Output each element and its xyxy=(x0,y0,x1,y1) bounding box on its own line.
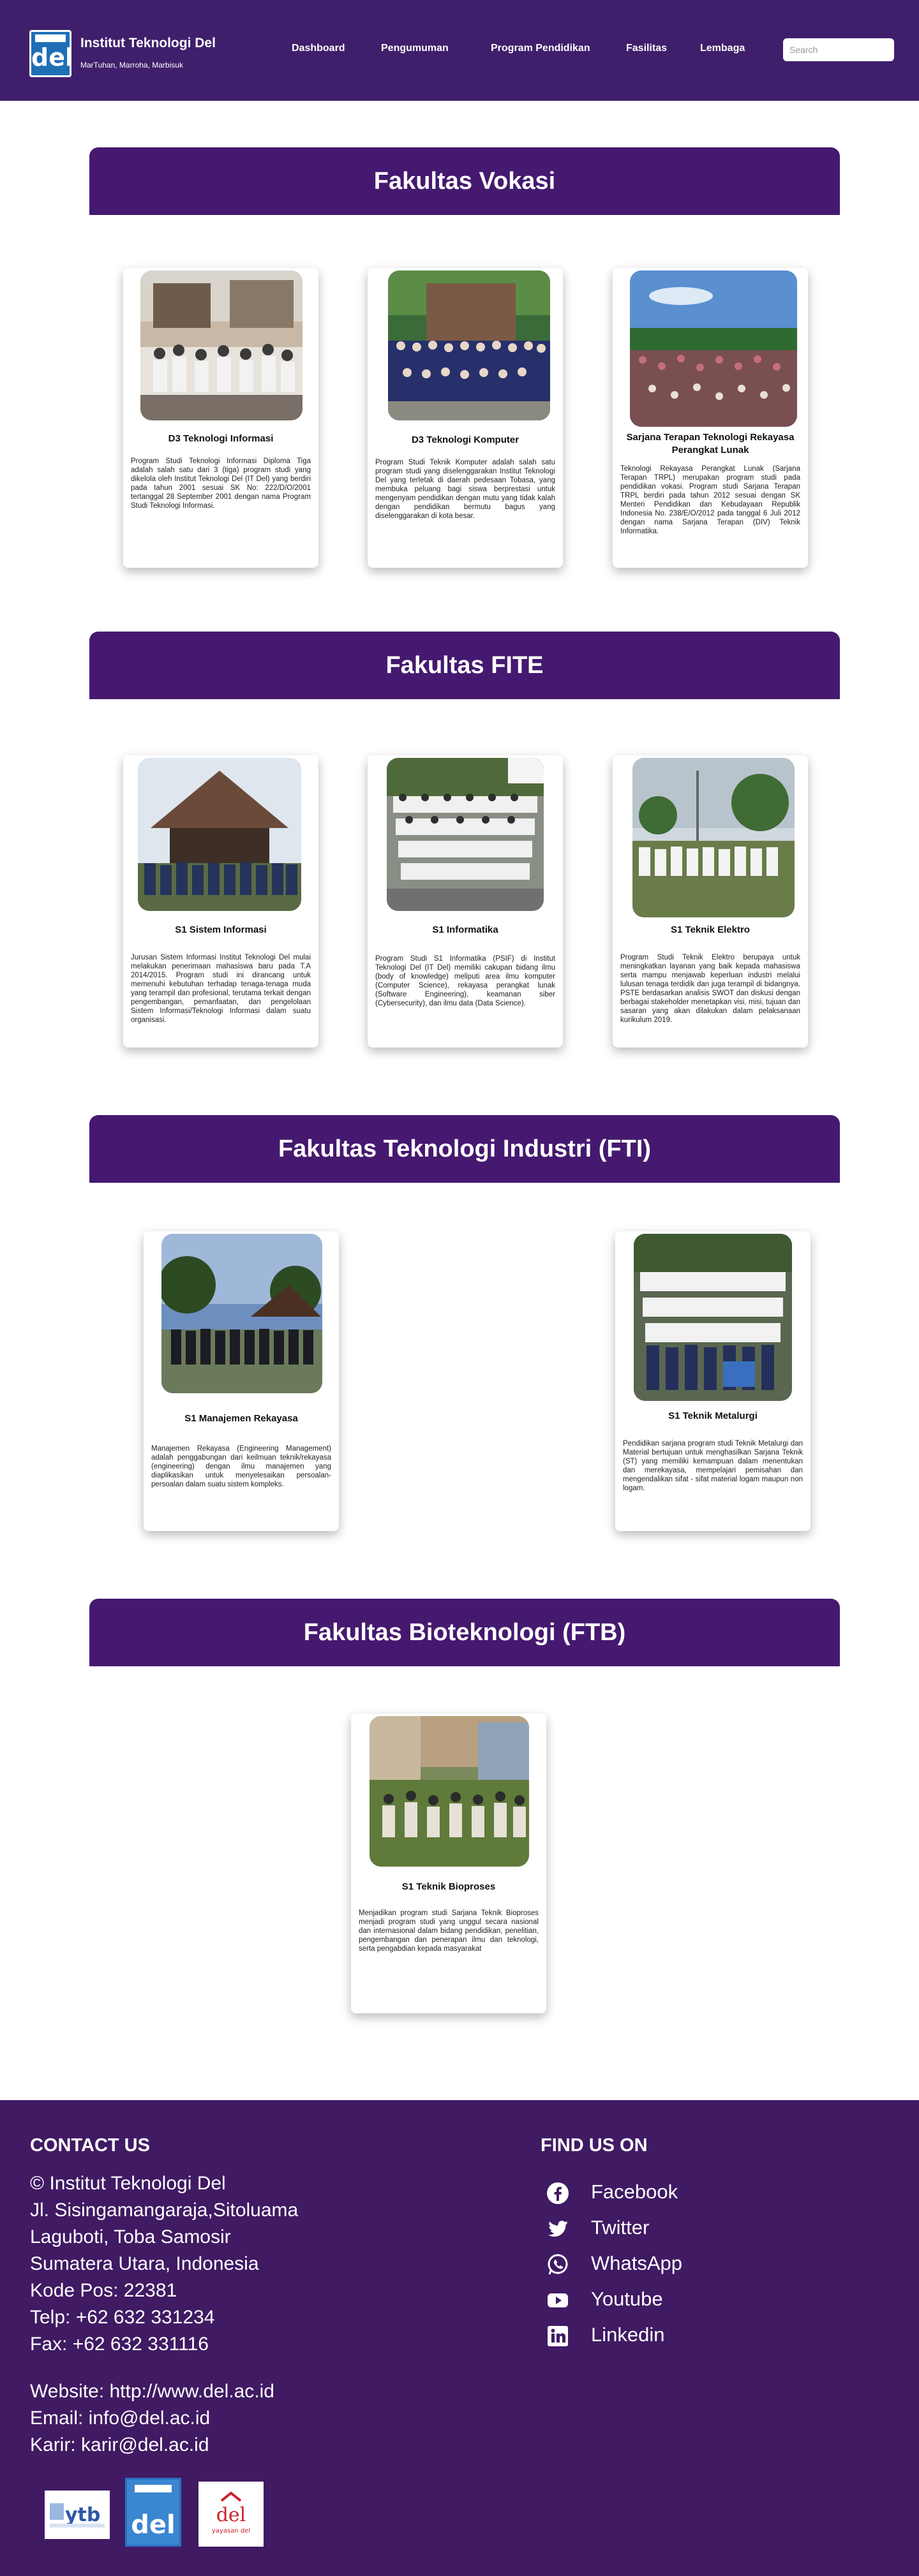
social-link-linkedin[interactable]: Linkedin xyxy=(546,2321,712,2349)
nav-fasilitas[interactable]: Fasilitas xyxy=(626,43,667,54)
career-email-link[interactable]: Karir: karir@del.ac.id xyxy=(30,2434,209,2456)
svg-text:ytb: ytb xyxy=(65,2504,100,2526)
faculty-banner-fite: Fakultas FITE xyxy=(89,632,840,699)
contact-line-fax: Fax: +62 632 331116 xyxy=(30,2334,209,2355)
itdel-partner-logo[interactable]: del xyxy=(125,2478,181,2547)
itdel-logo[interactable]: del xyxy=(29,30,71,77)
logo-del-text: del xyxy=(131,2510,175,2540)
whatsapp-icon xyxy=(546,2253,570,2277)
nav-program-pendidikan[interactable]: Program Pendidikan xyxy=(491,43,590,54)
nav-lembaga[interactable]: Lembaga xyxy=(700,43,745,54)
program-description: Program Studi S1 Informatika (PSIF) di I… xyxy=(375,955,555,1007)
facebook-icon xyxy=(546,2181,570,2205)
program-photo xyxy=(140,270,303,420)
site-title[interactable]: Institut Teknologi Del xyxy=(80,36,216,51)
site-header: del Institut Teknologi Del MarTuhan, Mar… xyxy=(0,0,919,101)
contact-line-copyright: © Institut Teknologi Del xyxy=(30,2173,226,2194)
nav-pengumuman[interactable]: Pengumuman xyxy=(381,43,449,54)
social-link-whatsapp[interactable]: WhatsApp xyxy=(546,2249,712,2277)
contact-line-phone: Telp: +62 632 331234 xyxy=(30,2307,215,2328)
program-photo xyxy=(632,758,795,917)
contact-heading: CONTACT US xyxy=(30,2135,150,2156)
program-title: S1 Informatika xyxy=(432,924,498,935)
program-card[interactable]: S1 Teknik Elektro Program Studi Teknik E… xyxy=(613,755,808,1047)
social-label: Facebook xyxy=(591,2180,678,2203)
program-description: Jurusan Sistem Informasi Institut Teknol… xyxy=(131,954,311,1024)
twitter-icon xyxy=(546,2217,570,2241)
program-title: S1 Manajemen Rekayasa xyxy=(184,1413,298,1424)
program-title: Sarjana Terapan Teknologi Rekayasa Peran… xyxy=(626,432,795,455)
program-card[interactable]: D3 Teknologi Informasi Program Studi Tek… xyxy=(123,268,318,568)
ytb-logo[interactable]: ytb xyxy=(45,2491,110,2539)
program-card[interactable]: S1 Teknik Metalurgi Pendidikan sarjana p… xyxy=(615,1231,811,1531)
program-photo xyxy=(370,1716,529,1867)
program-card[interactable]: Sarjana Terapan Teknologi Rekayasa Peran… xyxy=(613,268,808,568)
program-card[interactable]: S1 Teknik Bioproses Menjadikan program s… xyxy=(351,1714,546,2013)
contact-line-province: Sumatera Utara, Indonesia xyxy=(30,2253,259,2274)
social-label: Twitter xyxy=(591,2216,650,2239)
program-title: S1 Teknik Metalurgi xyxy=(668,1410,758,1421)
program-description: Pendidikan sarjana program studi Teknik … xyxy=(623,1440,803,1492)
program-title: S1 Sistem Informasi xyxy=(175,924,267,935)
faculty-banner-ftb: Fakultas Bioteknologi (FTB) xyxy=(89,1599,840,1666)
program-photo xyxy=(161,1234,322,1393)
social-link-youtube[interactable]: Youtube xyxy=(546,2285,712,2313)
search-input[interactable] xyxy=(783,38,894,61)
program-description: Program Studi Teknik Elektro berupaya un… xyxy=(620,954,800,1024)
program-photo xyxy=(138,758,301,911)
program-card[interactable]: S1 Sistem Informasi Jurusan Sistem Infor… xyxy=(123,755,318,1047)
nav-dashboard[interactable]: Dashboard xyxy=(292,43,345,54)
program-title: S1 Teknik Bioproses xyxy=(401,1881,496,1892)
linkedin-icon xyxy=(546,2324,570,2348)
social-link-twitter[interactable]: Twitter xyxy=(546,2214,712,2242)
contact-line-street: Jl. Sisingamangaraja,Sitoluama xyxy=(30,2200,299,2221)
social-label: Linkedin xyxy=(591,2323,665,2346)
program-description: Menjadikan program studi Sarjana Teknik … xyxy=(359,1909,539,1953)
logo-caption: yayasan del xyxy=(212,2528,250,2535)
faculty-banner-vokasi: Fakultas Vokasi xyxy=(89,147,840,215)
email-link[interactable]: Email: info@del.ac.id xyxy=(30,2408,210,2429)
find-us-heading: FIND US ON xyxy=(541,2135,648,2156)
contact-line-city: Laguboti, Toba Samosir xyxy=(30,2226,231,2247)
faculty-banner-fti: Fakultas Teknologi Industri (FTI) xyxy=(89,1115,840,1183)
contact-line-postal: Kode Pos: 22381 xyxy=(30,2280,177,2301)
yayasan-del-logo[interactable]: del yayasan del xyxy=(198,2482,264,2547)
program-photo xyxy=(388,270,550,420)
website-link[interactable]: Website: http://www.del.ac.id xyxy=(30,2381,274,2402)
program-card[interactable]: S1 Informatika Program Studi S1 Informat… xyxy=(368,755,563,1047)
social-label: WhatsApp xyxy=(591,2252,683,2274)
program-card[interactable]: S1 Manajemen Rekayasa Manajemen Rekayasa… xyxy=(144,1231,339,1531)
logo-text: del xyxy=(31,43,71,71)
program-description: Program Studi Teknologi Informasi Diplom… xyxy=(131,457,311,510)
program-description: Teknologi Rekayasa Perangkat Lunak (Sarj… xyxy=(620,465,800,535)
logo-del-text: del xyxy=(216,2504,246,2526)
program-card[interactable]: D3 Teknologi Komputer Program Studi Tekn… xyxy=(368,268,563,568)
social-label: Youtube xyxy=(591,2288,663,2310)
program-photo xyxy=(630,270,797,427)
youtube-icon xyxy=(546,2288,570,2313)
program-title: S1 Teknik Elektro xyxy=(671,924,750,935)
program-title: D3 Teknologi Komputer xyxy=(411,434,519,445)
program-photo xyxy=(634,1234,792,1401)
program-photo xyxy=(387,758,544,911)
program-title: D3 Teknologi Informasi xyxy=(168,433,274,444)
program-description: Program Studi Teknik Komputer adalah sal… xyxy=(375,459,555,520)
site-tagline: MarTuhan, Marroha, Marbisuk xyxy=(80,61,183,70)
program-description: Manajemen Rekayasa (Engineering Manageme… xyxy=(151,1445,331,1488)
social-link-facebook[interactable]: Facebook xyxy=(546,2178,712,2206)
